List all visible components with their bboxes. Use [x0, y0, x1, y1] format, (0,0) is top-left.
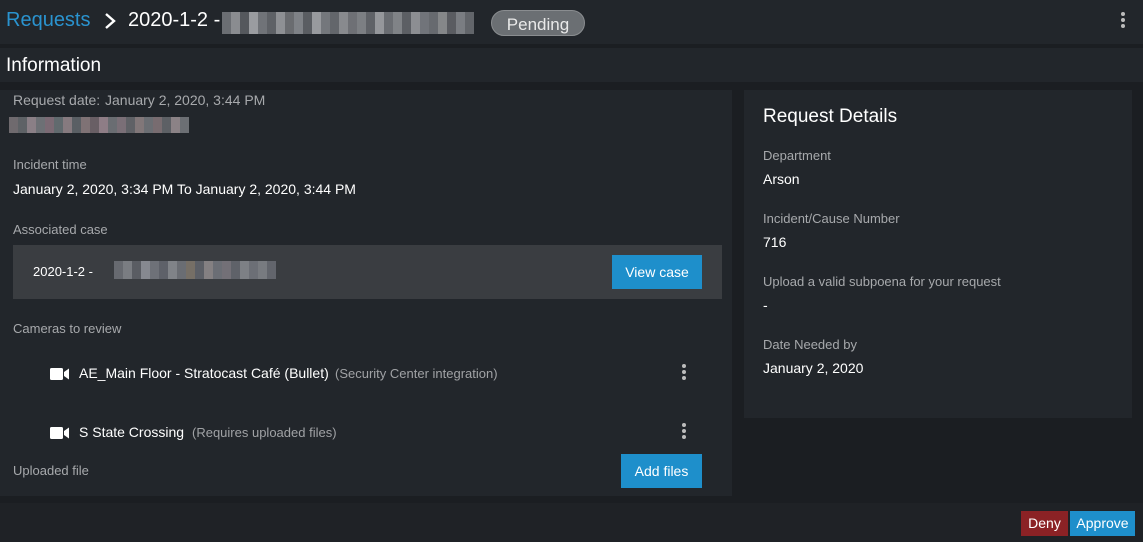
video-camera-icon — [50, 427, 69, 439]
camera-name: AE_Main Floor - Stratocast Café (Bullet) — [79, 365, 329, 381]
status-badge: Pending — [491, 10, 585, 36]
redacted-requester — [9, 117, 189, 133]
camera-upload-note: (Requires uploaded files) — [192, 425, 337, 440]
subpoena-value: - — [763, 297, 768, 313]
request-details-title: Request Details — [763, 106, 898, 127]
information-section-header: Information — [0, 48, 1143, 82]
cause-number-label: Incident/Cause Number — [763, 211, 900, 226]
section-title: Information — [6, 55, 102, 76]
view-case-button[interactable]: View case — [612, 255, 702, 289]
top-bar: Requests 2020-1-2 - Pending — [0, 0, 1143, 44]
associated-case-value: 2020-1-2 - — [33, 264, 93, 279]
video-camera-icon — [50, 368, 69, 380]
camera-options-icon[interactable] — [681, 364, 687, 382]
redacted-case-name — [114, 261, 276, 279]
add-files-button[interactable]: Add files — [621, 454, 702, 488]
camera-integration-note: (Security Center integration) — [335, 366, 498, 381]
uploaded-file-label: Uploaded file — [13, 463, 89, 478]
information-panel: Request date: January 2, 2020, 3:44 PM I… — [0, 90, 732, 496]
page-title: 2020-1-2 - — [128, 9, 221, 31]
cause-number-value: 716 — [763, 234, 787, 250]
breadcrumb-requests-link[interactable]: Requests — [6, 9, 91, 32]
date-needed-value: January 2, 2020 — [763, 360, 864, 376]
incident-time-value: January 2, 2020, 3:34 PM To January 2, 2… — [13, 181, 356, 197]
request-date-label: Request date: — [13, 92, 101, 108]
date-needed-label: Date Needed by — [763, 337, 857, 352]
associated-case-card: 2020-1-2 - View case — [13, 245, 722, 299]
action-footer — [0, 503, 1143, 542]
cameras-label: Cameras to review — [13, 321, 122, 336]
more-options-icon[interactable] — [1120, 12, 1126, 30]
subpoena-label: Upload a valid subpoena for your request — [763, 274, 1001, 289]
redacted-title-image — [222, 12, 474, 34]
incident-time-label: Incident time — [13, 157, 87, 172]
request-details-panel: Request Details Department Arson Inciden… — [744, 90, 1132, 418]
department-label: Department — [763, 148, 831, 163]
deny-button[interactable]: Deny — [1021, 511, 1068, 536]
department-value: Arson — [763, 171, 800, 187]
associated-case-label: Associated case — [13, 222, 108, 237]
request-date-value: January 2, 2020, 3:44 PM — [105, 92, 266, 108]
chevron-right-icon — [105, 13, 116, 29]
approve-button[interactable]: Approve — [1070, 511, 1135, 536]
camera-name: S State Crossing — [79, 424, 185, 440]
camera-options-icon[interactable] — [681, 423, 687, 441]
